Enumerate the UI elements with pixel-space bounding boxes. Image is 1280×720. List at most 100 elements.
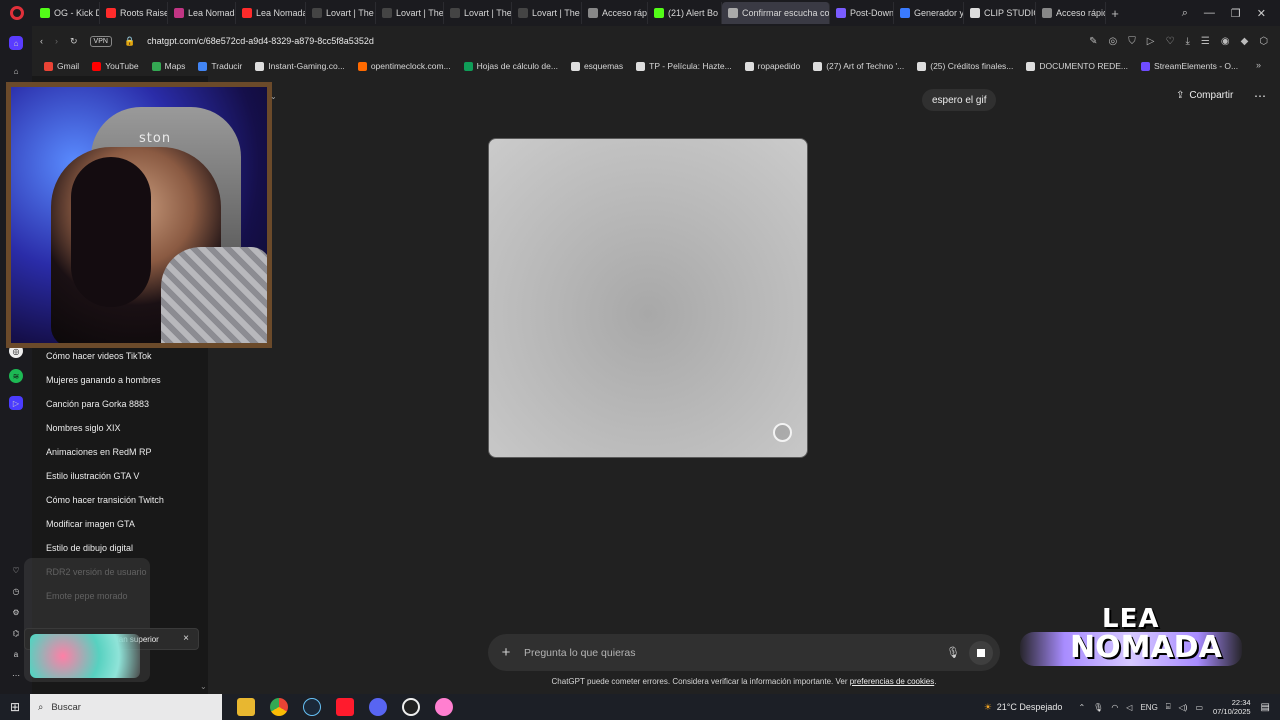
browser-tab[interactable]: CLIP STUDIO	[964, 2, 1036, 24]
aria-icon[interactable]: a	[9, 647, 23, 661]
camera-icon[interactable]: ◎	[1109, 36, 1118, 47]
settings-icon[interactable]: ⚙	[9, 605, 23, 619]
microphone-icon[interactable]: 🎙	[943, 646, 963, 659]
network-icon[interactable]: ⌸	[1166, 702, 1171, 712]
forward-icon[interactable]: ›	[55, 36, 58, 46]
sidebar-scroll-down-icon[interactable]: ⌄	[200, 682, 207, 691]
bookmark-item[interactable]: ropapedido	[744, 61, 800, 71]
stop-generating-button[interactable]	[969, 640, 993, 665]
taskbar-search[interactable]: ⌕ Buscar	[30, 694, 222, 720]
cookie-preferences-link[interactable]: preferencias de cookies	[850, 677, 935, 686]
bookmark-item[interactable]: YouTube	[92, 61, 139, 71]
browser-tab[interactable]: Roots Raisen	[100, 2, 168, 24]
bookmark-item[interactable]: Gmail	[44, 61, 79, 71]
opera-icon[interactable]	[336, 698, 354, 716]
reload-icon[interactable]: ↻	[70, 36, 78, 47]
steam-icon[interactable]	[303, 698, 321, 716]
language-indicator[interactable]: ENG	[1140, 703, 1157, 712]
browser-tab[interactable]: Lovart | The V	[306, 2, 376, 24]
chat-history-item[interactable]: Animaciones en RedM RP	[46, 447, 152, 457]
vpn-badge[interactable]: VPN	[89, 35, 112, 47]
bookmark-item[interactable]: (25) Créditos finales...	[917, 61, 1013, 71]
browser-tab[interactable]: Generador y	[894, 2, 964, 24]
aria-icon[interactable]: ◆	[1241, 36, 1249, 47]
notifications-icon[interactable]: ▤	[1261, 702, 1270, 713]
edit-icon[interactable]: ✎	[1089, 36, 1097, 47]
browser-tab[interactable]: Post-Downlo	[830, 2, 894, 24]
back-icon[interactable]: ‹	[40, 36, 43, 46]
browser-tab[interactable]: Lea Nomada	[168, 2, 236, 24]
bookmark-item[interactable]: opentimeclock.com...	[357, 61, 451, 71]
bookmark-item[interactable]: DOCUMENTO REDE...	[1026, 61, 1128, 71]
obs-icon[interactable]	[402, 698, 420, 716]
bookmark-item[interactable]: Maps	[151, 61, 185, 71]
speaker-icon[interactable]: ◁	[1126, 703, 1132, 712]
bookmarks-overflow-icon[interactable]: »	[1256, 60, 1261, 70]
bookmark-item[interactable]: Hojas de cálculo de...	[463, 61, 558, 71]
chat-history-item[interactable]: Estilo ilustración GTA V	[46, 471, 139, 481]
bookmark-item[interactable]: (27) Art of Techno '...	[813, 61, 904, 71]
more-icon[interactable]: ⋯	[9, 668, 23, 682]
wifi-icon[interactable]: ◠	[1111, 703, 1118, 712]
start-icon[interactable]: ⊞	[0, 700, 30, 714]
bookmark-item[interactable]: TP - Película: Hazte...	[636, 61, 732, 71]
chat-history-item[interactable]: Canción para Gorka 8883	[46, 399, 149, 409]
profile-icon[interactable]: ◉	[1221, 36, 1230, 47]
tray-expand-icon[interactable]: ⌃	[1078, 703, 1085, 712]
browser-tab[interactable]: Lea Nomada	[236, 2, 306, 24]
history-icon[interactable]: ◷	[9, 584, 23, 598]
browser-tab[interactable]: Lovart | The V	[376, 2, 444, 24]
weather-widget[interactable]: ☀ 21°C Despejado	[984, 702, 1063, 713]
chat-history-item[interactable]: Mujeres ganando a hombres	[46, 375, 161, 385]
extensions-icon[interactable]: ⬡	[1259, 36, 1268, 47]
browser-tab[interactable]: Acceso rápido	[1036, 2, 1106, 24]
discord-icon[interactable]	[369, 698, 387, 716]
more-options-button[interactable]: ⋯	[1254, 89, 1266, 103]
player-icon[interactable]: ▷	[9, 396, 23, 410]
heart-icon[interactable]: ♡	[1165, 36, 1174, 47]
heart-icon[interactable]: ♡	[9, 563, 23, 577]
chat-history-item[interactable]: Cómo hacer videos TikTok	[46, 351, 152, 361]
bookmark-item[interactable]: StreamElements - O...	[1141, 61, 1238, 71]
app-icon[interactable]	[435, 698, 453, 716]
taskbar-clock[interactable]: 22:34 07/10/2025	[1213, 698, 1251, 716]
share-button[interactable]: ⇪ Compartir	[1176, 90, 1233, 101]
battery-icon[interactable]: ▭	[1195, 703, 1203, 712]
browser-tab[interactable]: Acceso rápido	[582, 2, 648, 24]
browser-tab[interactable]: Confirmar escucha con	[722, 2, 830, 24]
prompt-input[interactable]: Pregunta lo que quieras	[524, 647, 636, 659]
maximize-icon[interactable]: ❐	[1231, 7, 1241, 20]
play-icon[interactable]: ▷	[1147, 36, 1155, 47]
chat-history-item[interactable]: Estilo de dibujo digital	[46, 543, 133, 553]
lightbulb-icon[interactable]: ⌬	[9, 626, 23, 640]
file-explorer-icon[interactable]	[237, 698, 255, 716]
chrome-icon[interactable]	[270, 698, 288, 716]
close-toast-icon[interactable]: ×	[183, 633, 189, 644]
browser-tab[interactable]: Lovart | The V	[512, 2, 582, 24]
chat-history-item[interactable]: Modificar imagen GTA	[46, 519, 135, 529]
close-window-icon[interactable]: ✕	[1257, 7, 1266, 20]
home-outline-icon[interactable]: ⌂	[9, 64, 23, 78]
bookmark-item[interactable]: Instant-Gaming.co...	[255, 61, 345, 71]
search-tabs-icon[interactable]: ⌕	[1182, 7, 1188, 20]
minimize-icon[interactable]: —	[1204, 7, 1215, 20]
microphone-tray-icon[interactable]: 🎙	[1093, 703, 1103, 712]
chat-history-item[interactable]: Cómo hacer transición Twitch	[46, 495, 164, 505]
browser-tab[interactable]: OG - Kick Da	[34, 2, 100, 24]
bookmark-item[interactable]: Traducir	[198, 61, 242, 71]
opera-menu-icon[interactable]	[0, 0, 34, 26]
add-attachment-button[interactable]: +	[488, 644, 524, 661]
download-icon[interactable]: ⤓	[1185, 36, 1189, 47]
easy-setup-icon[interactable]: ☰	[1201, 36, 1210, 47]
spotify-icon[interactable]: ≋	[9, 369, 23, 383]
shield-icon[interactable]: ⛉	[1128, 36, 1136, 47]
volume-icon[interactable]: ◁)	[1179, 703, 1188, 712]
chat-history-item[interactable]: Nombres siglo XIX	[46, 423, 121, 433]
collapse-icon[interactable]: ⌄	[270, 92, 277, 101]
browser-tab[interactable]: Lovart | The V	[444, 2, 512, 24]
url-field[interactable]: chatgpt.com/c/68e572cd-a9d4-8329-a879-8c…	[147, 36, 374, 46]
new-tab-button[interactable]: +	[1106, 6, 1124, 21]
bookmark-item[interactable]: esquemas	[570, 61, 623, 71]
home-icon[interactable]: ⌂	[9, 36, 23, 50]
browser-tab[interactable]: (21) Alert Bo	[648, 2, 722, 24]
